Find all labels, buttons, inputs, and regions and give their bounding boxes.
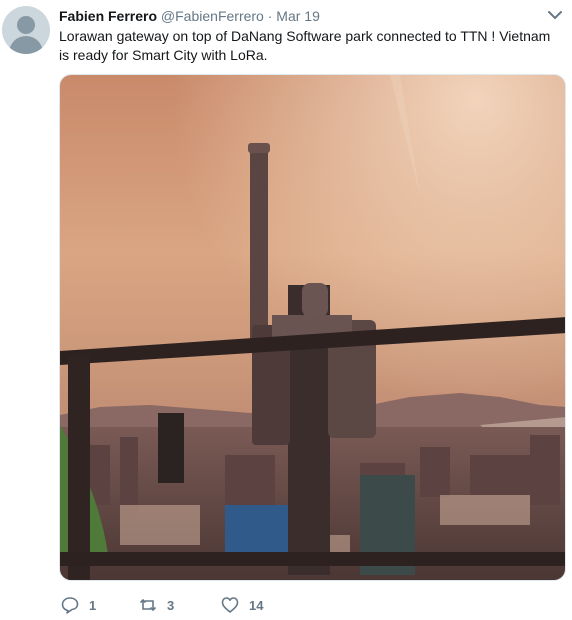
reply-count: 1: [89, 597, 97, 613]
separator-dot: ·: [267, 8, 273, 24]
avatar-body-shape: [9, 36, 43, 54]
author-name[interactable]: Fabien Ferrero: [59, 8, 157, 24]
reply-icon: [61, 597, 79, 614]
tweet-photo[interactable]: [59, 74, 566, 581]
avatar-head-shape: [17, 16, 35, 34]
tweet-actions: 1 3 14: [59, 594, 459, 616]
author-handle[interactable]: @FabienFerrero: [161, 8, 264, 24]
tweet-header: Fabien Ferrero @FabienFerrero · Mar 19: [59, 7, 562, 25]
avatar[interactable]: [2, 6, 50, 54]
chevron-down-icon[interactable]: [548, 10, 562, 20]
retweet-button[interactable]: 3: [139, 594, 174, 616]
tweet-text: Lorawan gateway on top of DaNang Softwar…: [59, 28, 551, 63]
heart-icon: [221, 597, 239, 613]
like-button[interactable]: 14: [221, 594, 263, 616]
like-count: 14: [249, 597, 264, 613]
gateway-photo: [60, 75, 565, 580]
tweet-timestamp[interactable]: Mar 19: [276, 8, 320, 24]
retweet-icon: [139, 598, 157, 612]
reply-button[interactable]: 1: [61, 594, 96, 616]
retweet-count: 3: [167, 597, 175, 613]
